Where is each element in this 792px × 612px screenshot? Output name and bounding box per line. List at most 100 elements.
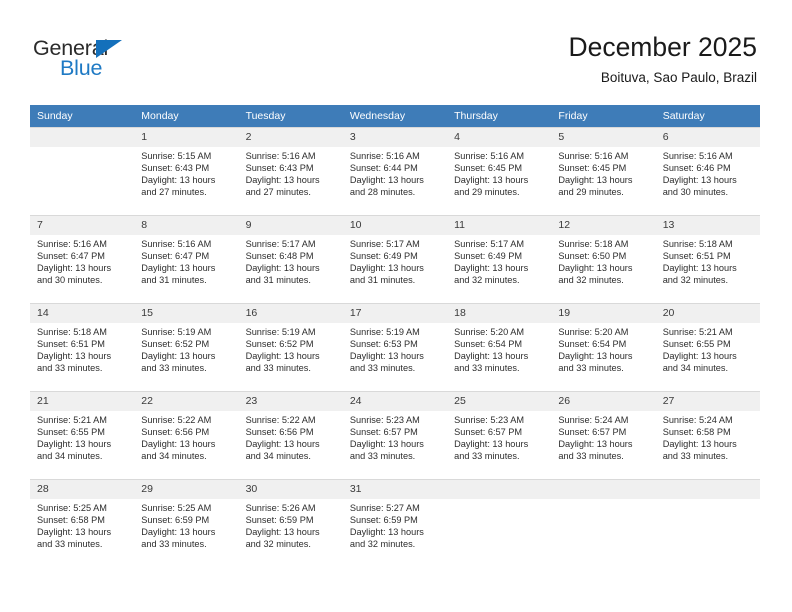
day-cell[interactable]: 23 Sunrise: 5:22 AM Sunset: 6:56 PM Dayligh… [238,391,343,479]
day-cell[interactable]: 24 Sunrise: 5:23 AM Sunset: 6:57 PM Dayligh… [342,391,448,479]
calendar-header-row: Sunday Monday Tuesday Wednesday Thursday… [30,105,760,127]
daylight-text-line2: and 33 minutes. [349,450,416,461]
day-details: Sunrise: 5:17 AM Sunset: 6:49 PM Daylight:… [343,235,447,287]
sunrise-text: Sunrise: 5:25 AM [37,503,107,513]
day-cell[interactable]: 15 Sunrise: 5:19 AM Sunset: 6:52 PM Dayligh… [134,303,239,391]
day-number: 25 [447,392,552,411]
day-cell[interactable]: 19 Sunrise: 5:20 AM Sunset: 6:54 PM Dayligh… [551,303,656,391]
day-cell[interactable]: 16 Sunrise: 5:19 AM Sunset: 6:52 PM Dayligh… [238,303,343,391]
weekday-header-tuesday: Tuesday [238,105,343,127]
day-cell[interactable]: 27 Sunrise: 5:24 AM Sunset: 6:58 PM Dayligh… [655,391,760,479]
daylight-text-line2: and 33 minutes. [141,538,207,549]
sunrise-text: Sunrise: 5:16 AM [558,151,629,161]
calendar-cell: 18 Sunrise: 5:20 AM Sunset: 6:54 PM Dayligh… [447,303,552,391]
sunset-text: Sunset: 6:50 PM [558,250,627,261]
daylight-text-line1: Daylight: 13 hours [245,526,320,537]
day-cell[interactable]: 5 Sunrise: 5:16 AM Sunset: 6:45 PM Daylight… [551,127,656,215]
day-cell[interactable]: 28 Sunrise: 5:25 AM Sunset: 6:58 PM Dayligh… [30,479,135,567]
daylight-text-line2: and 28 minutes. [349,186,416,197]
day-cell[interactable]: 14 Sunrise: 5:18 AM Sunset: 6:51 PM Dayligh… [30,303,135,391]
day-cell[interactable]: 6 Sunrise: 5:16 AM Sunset: 6:46 PM Daylight… [655,127,760,215]
day-cell[interactable]: 21 Sunrise: 5:21 AM Sunset: 6:55 PM Dayligh… [30,391,135,479]
sunrise-text: Sunrise: 5:20 AM [558,327,629,337]
day-cell[interactable]: 1 Sunrise: 5:15 AM Sunset: 6:43 PM Daylight… [134,127,239,215]
calendar-cell: 21 Sunrise: 5:21 AM Sunset: 6:55 PM Dayligh… [30,391,135,479]
day-cell[interactable]: 26 Sunrise: 5:24 AM Sunset: 6:57 PM Dayligh… [551,391,656,479]
day-cell[interactable]: 13 Sunrise: 5:18 AM Sunset: 6:51 PM Dayligh… [655,215,760,303]
day-details: Sunrise: 5:24 AM Sunset: 6:57 PM Daylight:… [551,411,655,463]
calendar-cell: 30 Sunrise: 5:26 AM Sunset: 6:59 PM Dayligh… [238,479,343,567]
calendar-cell [30,127,135,215]
day-cell[interactable]: 8 Sunrise: 5:16 AM Sunset: 6:47 PM Daylight… [134,215,239,303]
daylight-text-line1: Daylight: 13 hours [454,438,529,449]
day-cell[interactable]: 18 Sunrise: 5:20 AM Sunset: 6:54 PM Dayligh… [447,303,552,391]
day-number: 12 [551,216,656,235]
day-cell[interactable]: 4 Sunrise: 5:16 AM Sunset: 6:45 PM Daylight… [447,127,552,215]
sunset-text: Sunset: 6:46 PM [662,162,731,173]
calendar-cell: 12 Sunrise: 5:18 AM Sunset: 6:50 PM Dayligh… [551,215,656,303]
sunrise-text: Sunrise: 5:17 AM [245,239,316,249]
daylight-text-line2: and 33 minutes. [141,362,207,373]
day-cell[interactable]: 9 Sunrise: 5:17 AM Sunset: 6:48 PM Daylight… [238,215,343,303]
sunrise-text: Sunrise: 5:21 AM [662,327,733,337]
daylight-text-line2: and 27 minutes. [245,186,311,197]
sunset-text: Sunset: 6:59 PM [349,514,418,525]
daylight-text-line1: Daylight: 13 hours [141,174,216,185]
day-number: 26 [551,392,656,411]
day-cell[interactable]: 2 Sunrise: 5:16 AM Sunset: 6:43 PM Daylight… [238,127,343,215]
calendar-cell: 19 Sunrise: 5:20 AM Sunset: 6:54 PM Dayligh… [551,303,656,391]
day-cell[interactable]: 20 Sunrise: 5:21 AM Sunset: 6:55 PM Dayligh… [655,303,760,391]
day-cell[interactable]: 3 Sunrise: 5:16 AM Sunset: 6:44 PM Daylight… [342,127,448,215]
day-details: Sunrise: 5:23 AM Sunset: 6:57 PM Daylight:… [447,411,551,463]
sunset-text: Sunset: 6:58 PM [37,514,105,525]
sunset-text: Sunset: 6:49 PM [349,250,418,261]
day-cell[interactable]: 29 Sunrise: 5:25 AM Sunset: 6:59 PM Dayligh… [134,479,239,567]
day-number: 15 [134,304,239,323]
day-cell[interactable]: 30 Sunrise: 5:26 AM Sunset: 6:59 PM Dayligh… [238,479,343,567]
day-cell[interactable]: 10 Sunrise: 5:17 AM Sunset: 6:49 PM Dayligh… [342,215,448,303]
general-blue-logo[interactable]: General Blue [33,36,233,86]
day-cell[interactable]: 11 Sunrise: 5:17 AM Sunset: 6:49 PM Dayligh… [447,215,552,303]
daylight-text-line1: Daylight: 13 hours [558,438,633,449]
day-cell-empty [655,479,760,567]
sunrise-text: Sunrise: 5:25 AM [141,503,212,513]
day-details: Sunrise: 5:18 AM Sunset: 6:51 PM Daylight:… [656,235,760,287]
page-header: General Blue December 2025 Boituva, Sao … [0,0,792,100]
daylight-text-line2: and 31 minutes. [349,274,416,285]
day-cell[interactable]: 7 Sunrise: 5:16 AM Sunset: 6:47 PM Daylight… [30,215,135,303]
day-number: 18 [447,304,552,323]
calendar-week-row: 21 Sunrise: 5:21 AM Sunset: 6:55 PM Dayligh… [30,391,760,479]
day-number: 22 [134,392,239,411]
daylight-text-line1: Daylight: 13 hours [662,174,737,185]
sunset-text: Sunset: 6:54 PM [558,338,627,349]
daylight-text-line2: and 34 minutes. [37,450,103,461]
daylight-text-line2: and 32 minutes. [349,538,416,549]
page-subtitle: Boituva, Sao Paulo, Brazil [600,70,757,85]
day-details: Sunrise: 5:16 AM Sunset: 6:46 PM Daylight:… [656,147,760,199]
daylight-text-line1: Daylight: 13 hours [37,526,112,537]
sunrise-text: Sunrise: 5:16 AM [141,239,212,249]
sunset-text: Sunset: 6:48 PM [245,250,314,261]
sunset-text: Sunset: 6:57 PM [558,426,627,437]
day-number: 16 [238,304,343,323]
calendar-cell [447,479,552,567]
day-cell[interactable]: 22 Sunrise: 5:22 AM Sunset: 6:56 PM Dayligh… [134,391,239,479]
daylight-text-line2: and 34 minutes. [141,450,207,461]
sunrise-text: Sunrise: 5:22 AM [245,415,316,425]
day-cell[interactable]: 17 Sunrise: 5:19 AM Sunset: 6:53 PM Dayligh… [342,303,448,391]
day-number: 8 [134,216,239,235]
day-number: 7 [30,216,135,235]
sunrise-text: Sunrise: 5:19 AM [245,327,316,337]
daylight-text-line1: Daylight: 13 hours [349,174,424,185]
sunrise-text: Sunrise: 5:23 AM [349,415,420,425]
day-details: Sunrise: 5:19 AM Sunset: 6:53 PM Daylight:… [343,323,447,375]
daylight-text-line1: Daylight: 13 hours [662,350,737,361]
day-cell[interactable]: 12 Sunrise: 5:18 AM Sunset: 6:50 PM Dayligh… [551,215,656,303]
daylight-text-line2: and 30 minutes. [662,186,729,197]
sunrise-text: Sunrise: 5:16 AM [349,151,420,161]
day-cell[interactable]: 31 Sunrise: 5:27 AM Sunset: 6:59 PM Dayligh… [342,479,448,567]
daylight-text-line2: and 33 minutes. [558,450,624,461]
day-cell[interactable]: 25 Sunrise: 5:23 AM Sunset: 6:57 PM Dayligh… [447,391,552,479]
day-details: Sunrise: 5:24 AM Sunset: 6:58 PM Daylight:… [656,411,760,463]
sunset-text: Sunset: 6:52 PM [141,338,210,349]
